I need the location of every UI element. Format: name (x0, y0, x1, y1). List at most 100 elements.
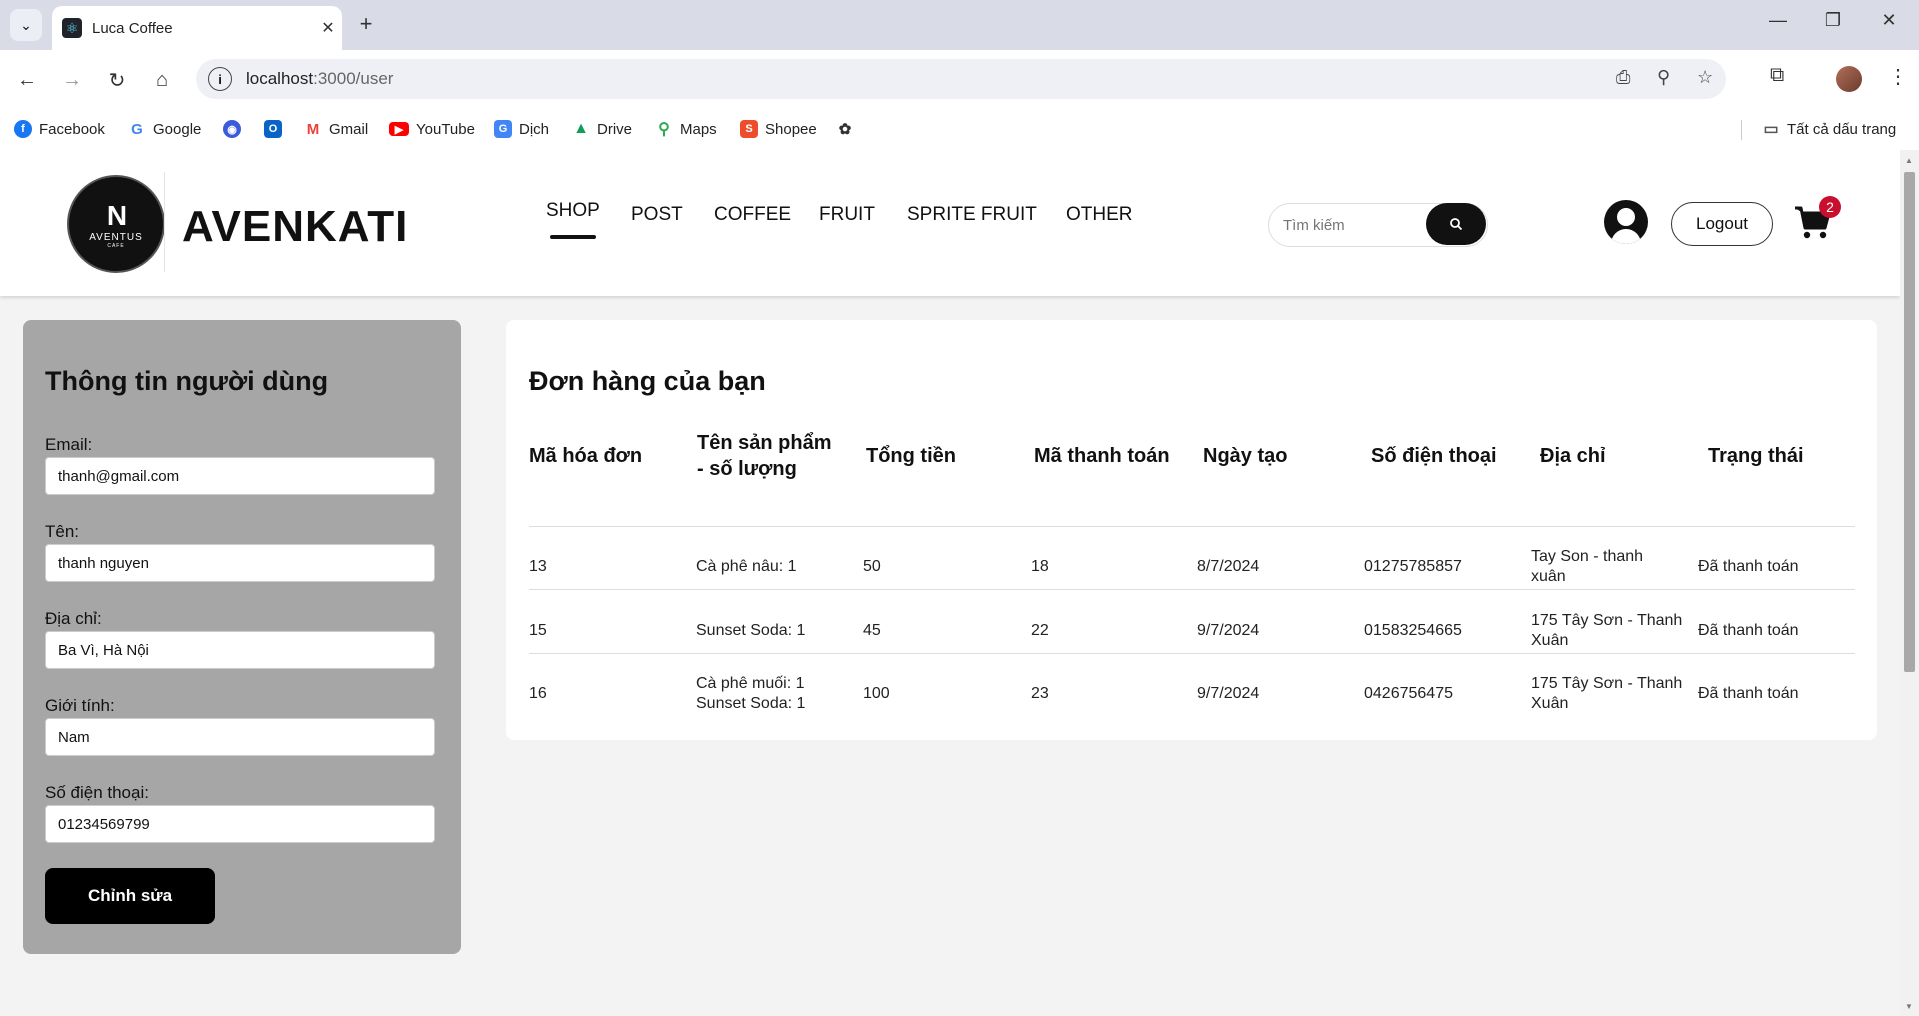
cell-date: 9/7/2024 (1197, 685, 1260, 702)
nav-fruit[interactable]: FRUIT (819, 204, 875, 226)
site-info-icon[interactable]: i (208, 67, 232, 91)
page-scrollbar[interactable]: ▲ ▼ (1900, 150, 1919, 1016)
nav-sprite-fruit[interactable]: SPRITE FRUIT (907, 204, 1037, 226)
bookmark-facebook[interactable]: f Facebook (14, 118, 105, 140)
new-tab-plus-icon[interactable]: + (352, 11, 380, 39)
col-header-date: Ngày tạo (1203, 445, 1288, 467)
cell-date: 9/7/2024 (1197, 622, 1260, 639)
nav-shop[interactable]: SHOP (546, 200, 600, 239)
window-minimize-icon[interactable]: — (1758, 10, 1798, 31)
browser-tab-active[interactable]: ⚛ Luca Coffee ✕ (52, 6, 342, 50)
col-header-products: Tên sản phẩm - số lượng (697, 432, 832, 480)
address-field[interactable]: Ba Vì, Hà Nội (45, 631, 435, 669)
email-label: Email: (45, 435, 93, 454)
bookmark-translate[interactable]: G Dịch (494, 118, 549, 140)
address-bar[interactable]: i localhost:3000/user ⎙ ⚲ ☆ (196, 59, 1726, 99)
site-header: N AVENTUS CAFE AVENKATI SHOP POST COFFEE… (0, 150, 1900, 296)
cell-phone: 01583254665 (1364, 622, 1462, 639)
window-restore-icon[interactable]: ❐ (1813, 10, 1853, 31)
col-header-payment-id: Mã thanh toán (1034, 445, 1170, 467)
search-button[interactable] (1426, 203, 1486, 245)
zoom-icon[interactable]: ⚲ (1657, 67, 1670, 88)
drive-icon: ▲ (572, 120, 590, 138)
orders-title: Đơn hàng của bạn (529, 366, 766, 396)
bookmarks-bar: f Facebook G Google ◉ O M Gmail ▶ YouTube GD… (0, 108, 1919, 151)
scroll-up-icon[interactable]: ▲ (1905, 156, 1913, 165)
aventus-logo[interactable]: N AVENTUS CAFE (67, 175, 165, 273)
translate-icon: G (494, 120, 512, 138)
col-header-phone: Số điện thoại (1371, 445, 1497, 467)
search-input[interactable] (1281, 212, 1425, 238)
cell-address: 175 Tây Sơn - Thanh Xuân (1531, 675, 1683, 712)
profile-avatar[interactable] (1836, 66, 1862, 92)
nav-post[interactable]: POST (631, 204, 683, 226)
gender-field[interactable]: Nam (45, 718, 435, 756)
shopee-icon: S (740, 120, 758, 138)
phone-field[interactable]: 01234569799 (45, 805, 435, 843)
bookmark-google[interactable]: G Google (128, 118, 201, 140)
name-label: Tên: (45, 522, 80, 541)
bookmark-star-icon[interactable]: ☆ (1697, 67, 1713, 88)
nav-other[interactable]: OTHER (1066, 204, 1133, 226)
bookmark-outlook[interactable]: O (264, 118, 289, 140)
site-title: AVENKATI (182, 202, 409, 251)
tab-title: Luca Coffee (92, 19, 173, 37)
table-divider (529, 526, 1855, 527)
col-header-status: Trạng thái (1708, 445, 1804, 467)
cell-total: 50 (863, 558, 881, 575)
browser-menu-dots-icon[interactable]: ⋮ (1888, 64, 1908, 89)
cell-date: 8/7/2024 (1197, 558, 1260, 575)
extensions-puzzle-icon[interactable]: ⧉ (1770, 64, 1784, 87)
all-bookmarks-folder[interactable]: ▭ Tất cả dấu trang (1762, 118, 1896, 140)
window-close-icon[interactable]: ✕ (1869, 10, 1909, 31)
cell-products: Cà phê nâu: 1 (696, 558, 797, 575)
orders-panel: Đơn hàng của bạn Mã hóa đơn Tên sản phẩm… (506, 320, 1877, 740)
tab-close-icon[interactable]: ✕ (314, 18, 342, 38)
search-icon (1450, 218, 1463, 231)
bookmarks-divider (1741, 120, 1742, 140)
row-divider (529, 589, 1855, 590)
edit-profile-button[interactable]: Chỉnh sửa (45, 868, 215, 924)
cell-invoice-id: 16 (529, 685, 547, 702)
back-arrow-icon[interactable]: ← (11, 64, 43, 96)
cart-count-badge: 2 (1819, 196, 1841, 218)
browser-tab-bar: ⌄ ⚛ Luca Coffee ✕ + — ❐ ✕ (0, 0, 1919, 50)
bookmark-openai[interactable]: ✿ (836, 118, 861, 140)
forward-arrow-icon[interactable]: → (56, 64, 88, 96)
url-text[interactable]: localhost:3000/user (246, 69, 393, 89)
bookmark-shopee[interactable]: S Shopee (740, 118, 817, 140)
folder-icon: ▭ (1762, 120, 1780, 138)
bookmark-app-1[interactable]: ◉ (223, 118, 248, 140)
phone-label: Số điện thoại: (45, 783, 149, 802)
bookmark-drive[interactable]: ▲ Drive (572, 118, 632, 140)
user-info-title: Thông tin người dùng (45, 366, 329, 396)
home-icon[interactable]: ⌂ (146, 64, 178, 96)
google-icon: G (128, 120, 146, 138)
install-app-icon[interactable]: ⎙ (1616, 67, 1630, 88)
cell-address: Tay Son - thanh xuân (1531, 548, 1644, 585)
outlook-icon: O (264, 120, 282, 138)
scroll-down-icon[interactable]: ▼ (1905, 1002, 1913, 1011)
user-info-panel: Thông tin người dùng Email: thanh@gmail.… (23, 320, 461, 954)
col-header-invoice-id: Mã hóa đơn (529, 445, 643, 467)
bookmark-maps[interactable]: ⚲ Maps (655, 118, 717, 140)
name-field[interactable]: thanh nguyen (45, 544, 435, 582)
bookmark-youtube[interactable]: ▶ YouTube (389, 118, 475, 140)
cell-status: Đã thanh toán (1698, 685, 1799, 702)
openai-icon: ✿ (836, 120, 854, 138)
col-header-address: Địa chỉ (1540, 445, 1606, 467)
bookmark-gmail[interactable]: M Gmail (304, 118, 368, 140)
user-account-icon[interactable] (1604, 200, 1648, 244)
tab-search-chevron-icon[interactable]: ⌄ (10, 9, 42, 41)
cell-phone: 01275785857 (1364, 558, 1462, 575)
cell-products: Cà phê muối: 1 Sunset Soda: 1 (696, 675, 806, 712)
search-box (1268, 203, 1488, 247)
page-content: N AVENTUS CAFE AVENKATI SHOP POST COFFEE… (0, 150, 1900, 1016)
reload-icon[interactable]: ↻ (101, 64, 133, 96)
scrollbar-thumb[interactable] (1904, 172, 1915, 672)
nav-coffee[interactable]: COFFEE (714, 204, 791, 226)
logout-button[interactable]: Logout (1671, 202, 1773, 246)
cell-total: 100 (863, 685, 890, 702)
cart-button[interactable]: 2 (1793, 196, 1841, 240)
email-field[interactable]: thanh@gmail.com (45, 457, 435, 495)
